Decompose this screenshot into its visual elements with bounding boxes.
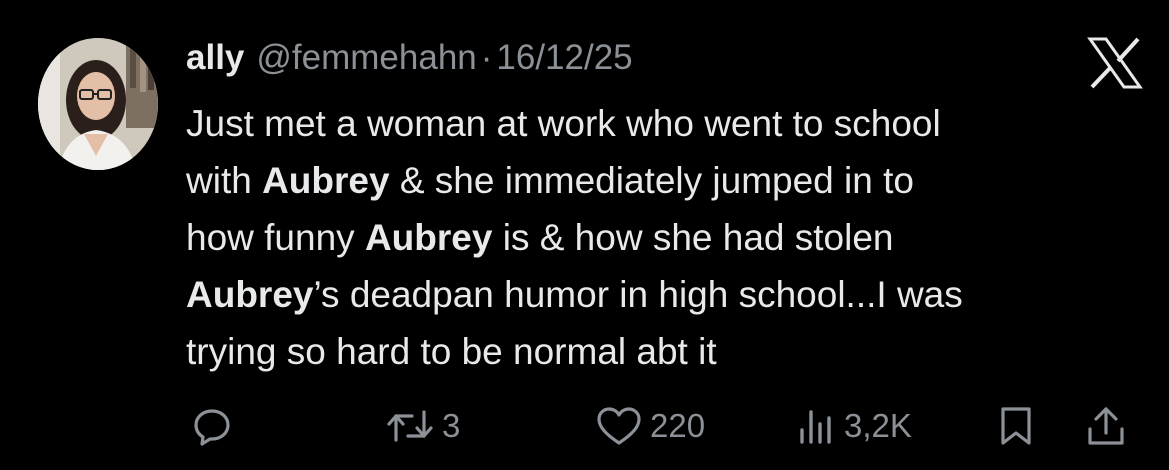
tweet-text-line: Just met a woman at work who went to sch… <box>186 95 1146 152</box>
views-icon <box>796 406 836 446</box>
tweet-text-line: how funny Aubrey is & how she had stolen <box>186 209 1146 266</box>
like-button[interactable]: 220 <box>596 400 705 452</box>
text-segment: ’s deadpan humor in high school...I was <box>313 274 963 315</box>
views-count: 3,2K <box>844 407 912 444</box>
bold-mention: Aubrey <box>262 160 390 201</box>
bookmark-icon <box>998 405 1034 447</box>
share-icon <box>1086 405 1126 447</box>
tweet-text-line: Aubrey’s deadpan humor in high school...… <box>186 266 1146 323</box>
text-segment: Just met a woman at work who went to sch… <box>186 103 941 144</box>
reply-icon <box>192 406 232 446</box>
bold-mention: Aubrey <box>364 217 493 258</box>
display-name[interactable]: ally <box>186 38 244 78</box>
action-bar: 3 220 3,2K <box>186 400 1146 452</box>
text-segment: is & how she had stolen <box>492 217 894 258</box>
retweet-count: 3 <box>442 407 461 444</box>
heart-icon <box>596 406 642 446</box>
views-button[interactable]: 3,2K <box>796 400 912 452</box>
text-segment: & she immediately jumped in to <box>389 160 914 201</box>
text-segment: how funny <box>186 217 365 258</box>
avatar[interactable] <box>38 38 158 170</box>
tweet-text-line: trying so hard to be normal abt it <box>186 323 1146 380</box>
bookmark-button[interactable] <box>998 400 1034 452</box>
tweet-text-line: with Aubrey & she immediately jumped in … <box>186 152 1146 209</box>
profile-photo-icon <box>38 38 158 170</box>
bold-mention: Aubrey <box>186 274 314 315</box>
retweet-icon <box>386 406 434 446</box>
retweet-button[interactable]: 3 <box>386 400 460 452</box>
tweet-text: Just met a woman at work who went to sch… <box>186 95 1146 380</box>
tweet-header: ally @femmehahn · 16/12/25 <box>186 38 633 84</box>
post-date[interactable]: 16/12/25 <box>496 38 632 78</box>
tweet-card: ally @femmehahn · 16/12/25 Just met a wo… <box>0 0 1169 470</box>
header-separator: · <box>480 38 493 77</box>
share-button[interactable] <box>1086 400 1126 452</box>
text-segment: with <box>186 160 263 201</box>
user-handle[interactable]: @femmehahn <box>256 38 476 78</box>
x-logo-icon <box>1086 37 1144 89</box>
like-count: 220 <box>650 407 706 444</box>
reply-button[interactable] <box>192 400 240 452</box>
text-segment: trying so hard to be normal abt it <box>186 331 717 372</box>
